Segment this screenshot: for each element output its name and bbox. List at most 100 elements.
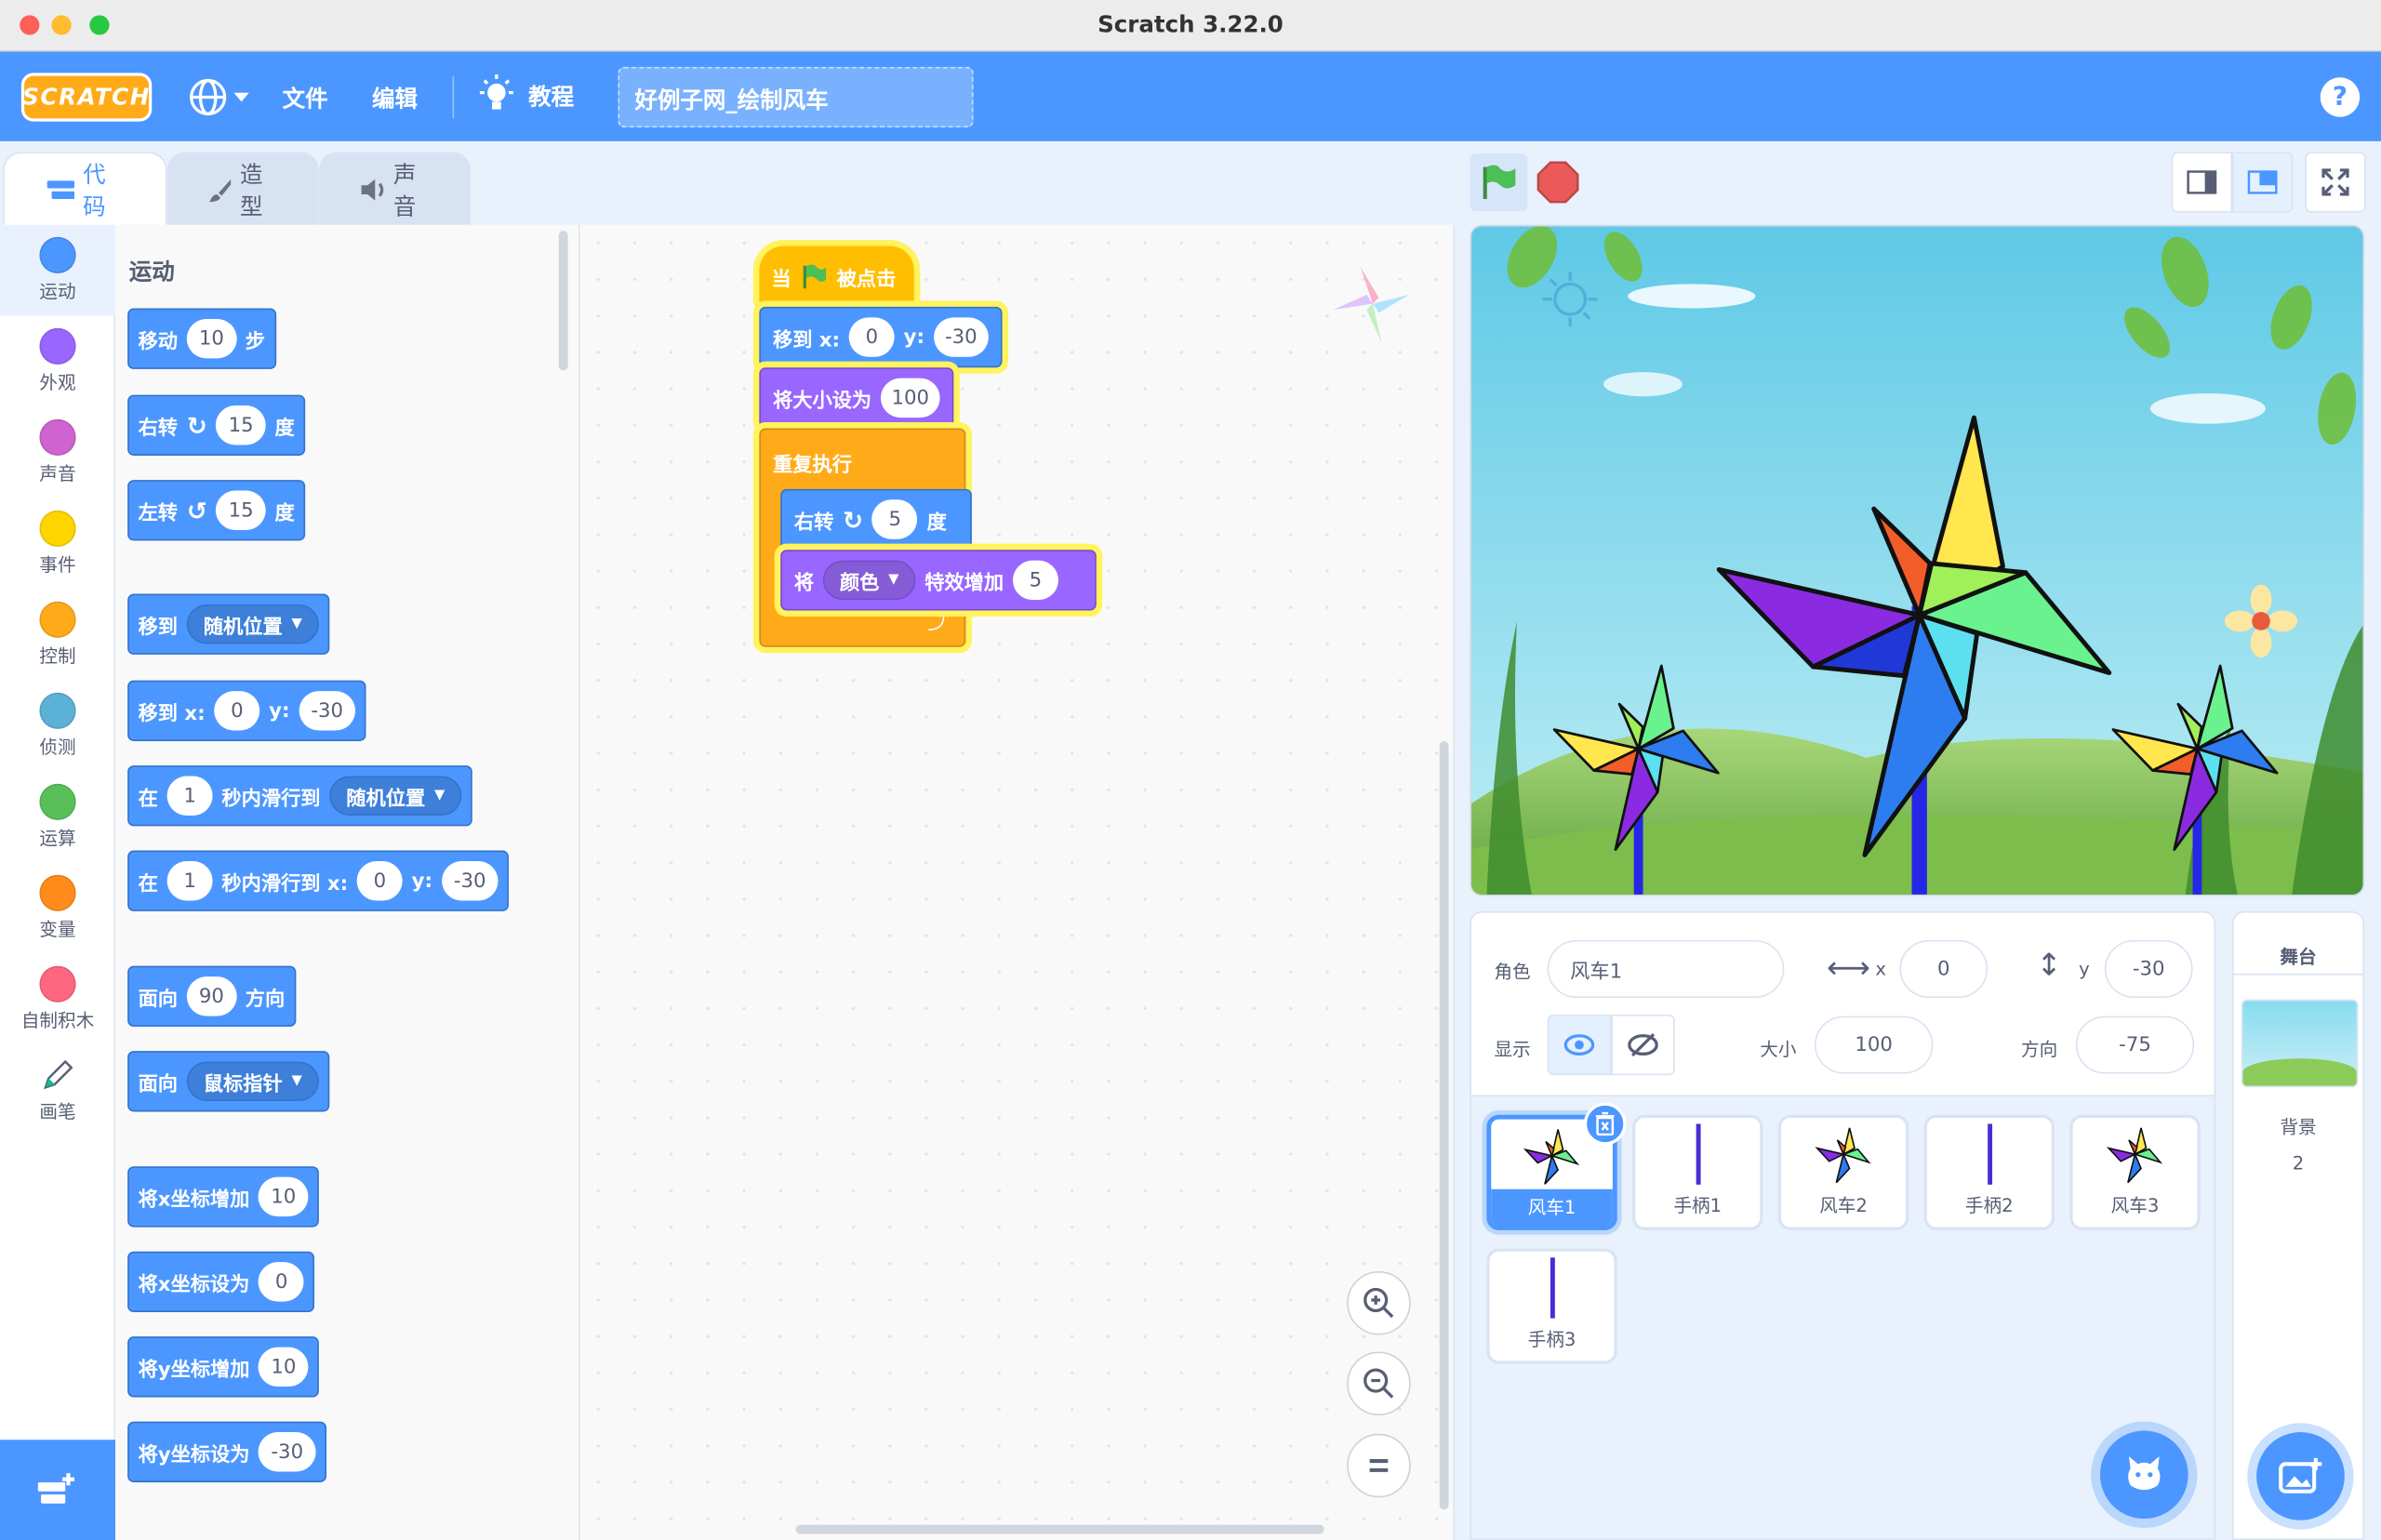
category-events[interactable]: 事件 — [0, 498, 115, 590]
zoom-reset-button[interactable] — [1347, 1433, 1411, 1498]
category-looks[interactable]: 外观 — [0, 316, 115, 407]
sprite-tile-pinwheel-3[interactable]: 风车3 — [2069, 1114, 2201, 1230]
zoom-out-button[interactable] — [1347, 1351, 1411, 1416]
category-control[interactable]: 控制 — [0, 590, 115, 681]
block-glide-xy[interactable]: 在 1 秒内滑行到 x: 0 y: -30 — [127, 850, 510, 911]
caret-down-icon: ▼ — [291, 617, 302, 632]
block-change-y[interactable]: 将y坐标增加 10 — [127, 1336, 319, 1398]
y-input[interactable]: -30 — [441, 860, 499, 901]
project-title-input[interactable]: 好例子网_绘制风车 — [618, 66, 974, 128]
goto-target-dropdown[interactable]: 随机位置 ▼ — [186, 604, 319, 644]
backdrop-thumbnail[interactable] — [2241, 999, 2359, 1088]
block-goto-xy[interactable]: 移到 x: 0 y: -30 — [127, 680, 366, 741]
edit-menu[interactable]: 编辑 — [372, 82, 418, 113]
code-blocks-icon — [47, 179, 74, 199]
goto-xy-block[interactable]: 移到 x: 0 y: -30 — [759, 306, 1003, 368]
direction-input[interactable]: 90 — [186, 976, 236, 1016]
direction-input[interactable]: -75 — [2075, 1016, 2195, 1074]
sprite-name-input[interactable]: 风车1 — [1547, 939, 1785, 998]
caret-down-icon: ▼ — [888, 572, 899, 589]
category-motion[interactable]: 运动 — [0, 224, 116, 316]
x-input[interactable]: 0 — [356, 860, 403, 901]
effect-amount-input[interactable]: 5 — [1012, 560, 1058, 601]
sprite-tile-handle-1[interactable]: 手柄1 — [1632, 1114, 1763, 1230]
tab-costumes[interactable]: 造型 — [166, 152, 319, 225]
globe-icon — [190, 78, 227, 116]
block-change-x[interactable]: 将x坐标增加 10 — [127, 1166, 319, 1228]
size-input[interactable]: 100 — [880, 378, 940, 418]
vertical-scrollbar[interactable] — [1439, 740, 1449, 1510]
language-menu[interactable] — [188, 77, 249, 116]
block-turn-left[interactable]: 左转 ↺ 15 度 — [127, 480, 306, 541]
change-effect-block[interactable]: 将 颜色 ▼ 特效增加 5 — [780, 550, 1097, 611]
seconds-input[interactable]: 1 — [166, 776, 213, 816]
palette-scrollbar[interactable] — [558, 231, 568, 371]
x-position-input[interactable]: 0 — [1899, 939, 1989, 998]
category-variables[interactable]: 变量 — [0, 863, 115, 954]
script-area[interactable]: 当 被点击 移到 x: 0 y: -30 将大小设为 100 重复执行 ⤴ 右转 ↻ 5 度 … — [579, 224, 1456, 1540]
scratch-logo[interactable]: SCRATCH — [20, 73, 153, 122]
add-sprite-button[interactable] — [2099, 1430, 2188, 1520]
x-input[interactable]: 0 — [848, 317, 895, 357]
green-flag-button[interactable] — [1470, 153, 1528, 212]
help-button[interactable]: ? — [2320, 77, 2361, 117]
y-value-input[interactable]: -30 — [259, 1432, 316, 1472]
size-input[interactable]: 100 — [1815, 1016, 1934, 1074]
delete-sprite-button[interactable] — [1583, 1102, 1627, 1146]
category-sensing[interactable]: 侦测 — [0, 681, 115, 772]
block-turn-right[interactable]: 右转 ↻ 15 度 — [127, 394, 306, 456]
handle-thumbnail-icon — [1987, 1123, 1992, 1185]
tab-sounds[interactable]: 声音 — [318, 152, 472, 225]
category-my-blocks[interactable]: 自制积木 — [0, 954, 115, 1045]
tab-code[interactable]: 代码 — [3, 152, 167, 225]
block-glide-to[interactable]: 在 1 秒内滑行到 随机位置 ▼ — [127, 765, 472, 827]
hide-sprite-button[interactable] — [1611, 1014, 1675, 1076]
stage-canvas[interactable] — [1470, 224, 2365, 896]
normal-stage-button[interactable] — [2231, 152, 2294, 213]
x-change-input[interactable]: 10 — [259, 1176, 309, 1217]
y-position-input[interactable]: -30 — [2104, 939, 2193, 998]
x-input[interactable]: 0 — [214, 691, 260, 731]
effect-dropdown[interactable]: 颜色 ▼ — [822, 560, 916, 601]
sprite-tile-handle-2[interactable]: 手柄2 — [1923, 1114, 2055, 1230]
block-move-steps[interactable]: 移动 10 步 — [127, 308, 276, 369]
turn-right-block[interactable]: 右转 ↻ 5 度 — [780, 488, 972, 551]
x-value-input[interactable]: 0 — [259, 1262, 305, 1302]
towards-target-dropdown[interactable]: 鼠标指针 ▼ — [186, 1061, 319, 1102]
sprite-tile-pinwheel-2[interactable]: 风车2 — [1777, 1114, 1909, 1230]
sprite-tile-handle-3[interactable]: 手柄3 — [1486, 1248, 1617, 1364]
set-size-block[interactable]: 将大小设为 100 — [759, 367, 954, 429]
category-dot — [39, 418, 76, 456]
category-operators[interactable]: 运算 — [0, 772, 115, 863]
sprite-watermark-icon — [1333, 267, 1410, 344]
caret-down-icon: ▼ — [434, 788, 446, 803]
glide-target-dropdown[interactable]: 随机位置 ▼ — [329, 776, 462, 816]
block-point-towards[interactable]: 面向 鼠标指针 ▼ — [127, 1051, 330, 1112]
show-sprite-button[interactable] — [1547, 1014, 1612, 1076]
y-change-input[interactable]: 10 — [259, 1347, 309, 1387]
category-sound[interactable]: 声音 — [0, 407, 115, 498]
horizontal-scrollbar[interactable] — [795, 1524, 1324, 1534]
seconds-input[interactable]: 1 — [166, 860, 213, 901]
when-flag-clicked-block[interactable]: 当 被点击 — [759, 246, 914, 307]
stage-selector-panel[interactable]: 舞台 背景 2 — [2231, 910, 2365, 1540]
block-set-x[interactable]: 将x坐标设为 0 — [127, 1251, 315, 1313]
y-input[interactable]: -30 — [299, 691, 356, 731]
degrees-input[interactable]: 15 — [216, 405, 266, 445]
block-goto[interactable]: 移到 随机位置 ▼ — [127, 593, 330, 655]
add-backdrop-button[interactable] — [2256, 1432, 2345, 1520]
zoom-in-button[interactable] — [1347, 1270, 1411, 1335]
tutorials-button[interactable]: 教程 — [477, 74, 574, 117]
block-set-y[interactable]: 将y坐标设为 -30 — [127, 1421, 326, 1482]
stop-button[interactable] — [1536, 161, 1579, 209]
category-pen[interactable]: 画笔 — [0, 1045, 115, 1136]
add-extension-button[interactable] — [0, 1440, 116, 1540]
file-menu[interactable]: 文件 — [283, 82, 328, 113]
degrees-input[interactable]: 15 — [216, 490, 266, 530]
y-input[interactable]: -30 — [933, 317, 989, 357]
block-point-direction[interactable]: 面向 90 方向 — [127, 965, 296, 1028]
degrees-input[interactable]: 5 — [871, 499, 918, 539]
fullscreen-button[interactable] — [2305, 152, 2366, 213]
small-stage-button[interactable] — [2171, 152, 2232, 213]
steps-input[interactable]: 10 — [186, 318, 236, 359]
